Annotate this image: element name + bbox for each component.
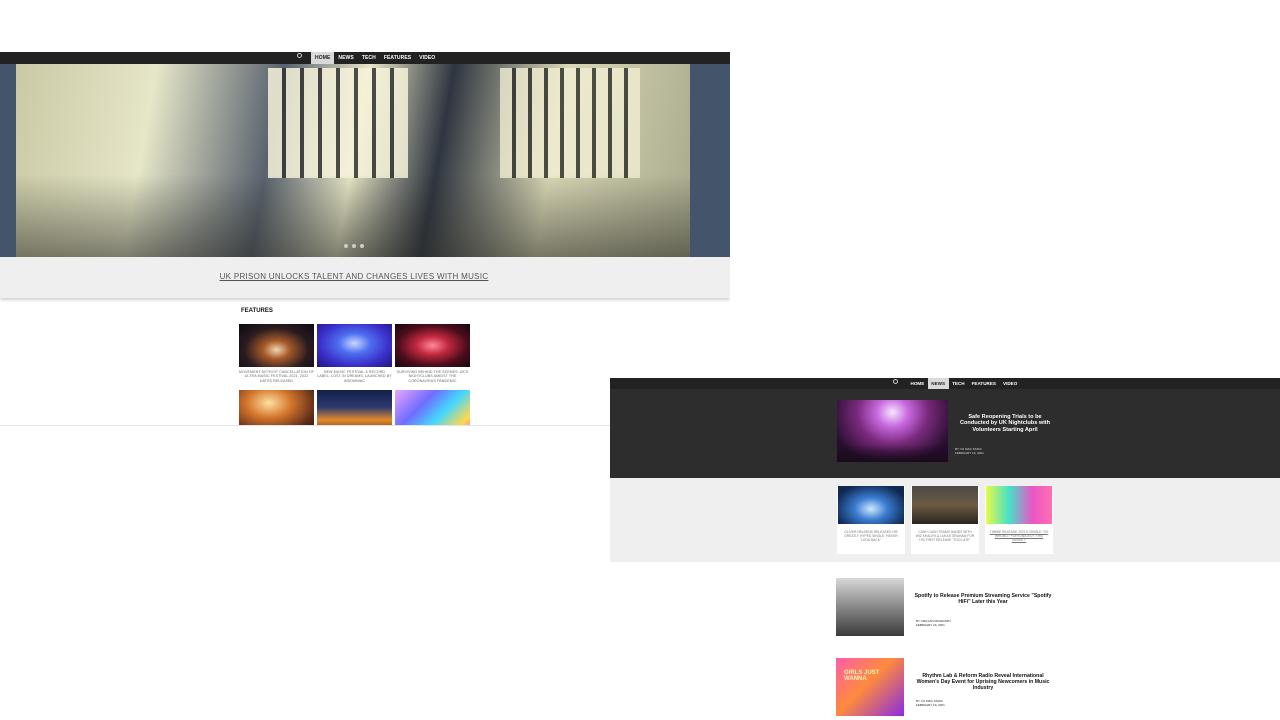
news-card[interactable]: OLIVER HELDENS RELEASED HIS GREATLY HYPE… — [837, 486, 905, 554]
article-date: FEBRUARY 23, 2021 — [916, 623, 945, 627]
composite-screenshot: HOME NEWS TECH FEATURES VIDEO UK PRISON … — [0, 0, 1280, 720]
feature-thumbnail — [317, 324, 392, 367]
news-page-screenshot: HOME NEWS TECH FEATURES VIDEO Safe Reope… — [610, 378, 1280, 720]
article-row[interactable]: GIRLS JUST WANNA Rhythm Lab & Reform Rad… — [836, 658, 1056, 716]
news-card-image — [912, 486, 978, 524]
article-meta: BY: DJ MAG STAFF FEBRUARY 19, 2021 — [916, 699, 945, 707]
news-card[interactable]: CASH CASH TEAMS HANDS WITH WIZ KHALIFA &… — [911, 486, 979, 554]
hero-headline-link[interactable]: UK PRISON UNLOCKS TALENT AND CHANGES LIV… — [0, 272, 708, 281]
nav-item-features[interactable]: FEATURES — [380, 52, 415, 64]
nav-item-video[interactable]: VIDEO — [1000, 378, 1021, 389]
nav-item-home[interactable]: HOME — [311, 52, 335, 64]
article-meta: BY: DECLAN MCKEOWN FEBRUARY 23, 2021 — [916, 619, 951, 627]
article-image-text: GIRLS JUST WANNA — [844, 670, 880, 682]
news-card[interactable]: TIMMIE RELEASE 2021'S SINGLE "SO WRONG /… — [985, 486, 1053, 554]
news-card-image — [838, 486, 904, 524]
top-story[interactable]: Safe Reopening Trials to be Conducted by… — [610, 389, 1280, 478]
feature-card[interactable]: SURVIVING BEHIND THE SCENES: UK'S NIGHTC… — [395, 324, 470, 383]
feature-card[interactable] — [239, 390, 314, 425]
top-navbar: HOME NEWS TECH FEATURES VIDEO — [0, 52, 730, 64]
article-date: FEBRUARY 19, 2021 — [916, 703, 945, 707]
top-story-date: FEBRUARY 16, 2021 — [955, 451, 984, 455]
news-card-caption: OLIVER HELDENS RELEASED HIS GREATLY HYPE… — [844, 530, 898, 542]
feature-card[interactable] — [395, 390, 470, 425]
nav-item-tech[interactable]: TECH — [358, 52, 380, 64]
nav-item-news[interactable]: NEWS — [334, 52, 357, 64]
news-card-image — [986, 486, 1052, 524]
feature-caption: NEW MUSIC FESTIVAL & RECORD LABEL, LOST … — [317, 370, 392, 383]
divider — [0, 425, 610, 426]
top-story-title[interactable]: Safe Reopening Trials to be Conducted by… — [955, 414, 1055, 433]
carousel-dot[interactable] — [352, 244, 356, 248]
feature-thumbnail — [317, 390, 392, 425]
hero-headline-band: UK PRISON UNLOCKS TALENT AND CHANGES LIV… — [0, 257, 730, 298]
feature-thumbnail — [395, 324, 470, 367]
feature-card[interactable]: NEW MUSIC FESTIVAL & RECORD LABEL, LOST … — [317, 324, 392, 383]
carousel-dot[interactable] — [344, 244, 348, 248]
features-heading: FEATURES — [241, 308, 273, 314]
article-image — [836, 578, 904, 636]
article-title[interactable]: Spotify to Release Premium Streaming Ser… — [913, 593, 1053, 605]
article-row[interactable]: Spotify to Release Premium Streaming Ser… — [836, 578, 1056, 636]
news-card-caption: CASH CASH TEAMS HANDS WITH WIZ KHALIFA &… — [915, 530, 975, 542]
feature-thumbnail — [395, 390, 470, 425]
logo-icon[interactable] — [890, 379, 900, 388]
nav-item-tech[interactable]: TECH — [949, 378, 969, 389]
carousel-dot[interactable] — [360, 244, 364, 248]
feature-card[interactable]: MOVEMENT DETROIT CANCELLATION OF ULTRA M… — [239, 324, 314, 383]
nav-item-news[interactable]: NEWS — [927, 378, 949, 389]
hero-image-window — [500, 68, 640, 178]
nav-menu: HOME NEWS TECH FEATURES VIDEO — [311, 52, 439, 64]
top-story-image-crowd — [837, 444, 948, 462]
article-title[interactable]: Rhythm Lab & Reform Radio Reveal Interna… — [913, 673, 1053, 691]
top-navbar: HOME NEWS TECH FEATURES VIDEO — [610, 378, 1280, 389]
nav-item-video[interactable]: VIDEO — [415, 52, 439, 64]
hero-carousel[interactable] — [0, 64, 730, 257]
top-story-meta: BY: DJ MAG STAFF FEBRUARY 16, 2021 — [955, 447, 984, 455]
news-card-caption: TIMMIE RELEASE 2021'S SINGLE "SO WRONG /… — [989, 530, 1049, 542]
hero-image-window — [268, 68, 408, 178]
homepage-screenshot: HOME NEWS TECH FEATURES VIDEO UK PRISON … — [0, 52, 730, 425]
nav-item-features[interactable]: FEATURES — [968, 378, 999, 389]
nav-menu: HOME NEWS TECH FEATURES VIDEO — [907, 378, 1021, 389]
logo-icon[interactable] — [290, 53, 308, 63]
feature-card[interactable] — [317, 390, 392, 425]
feature-thumbnail — [239, 390, 314, 425]
news-cards-band: OLIVER HELDENS RELEASED HIS GREATLY HYPE… — [610, 478, 1280, 562]
article-image: GIRLS JUST WANNA — [836, 658, 904, 716]
feature-thumbnail — [239, 324, 314, 367]
nav-item-home[interactable]: HOME — [907, 378, 928, 389]
carousel-dots — [344, 244, 364, 248]
feature-caption: MOVEMENT DETROIT CANCELLATION OF ULTRA M… — [239, 370, 314, 383]
feature-caption: SURVIVING BEHIND THE SCENES: UK'S NIGHTC… — [396, 370, 469, 383]
